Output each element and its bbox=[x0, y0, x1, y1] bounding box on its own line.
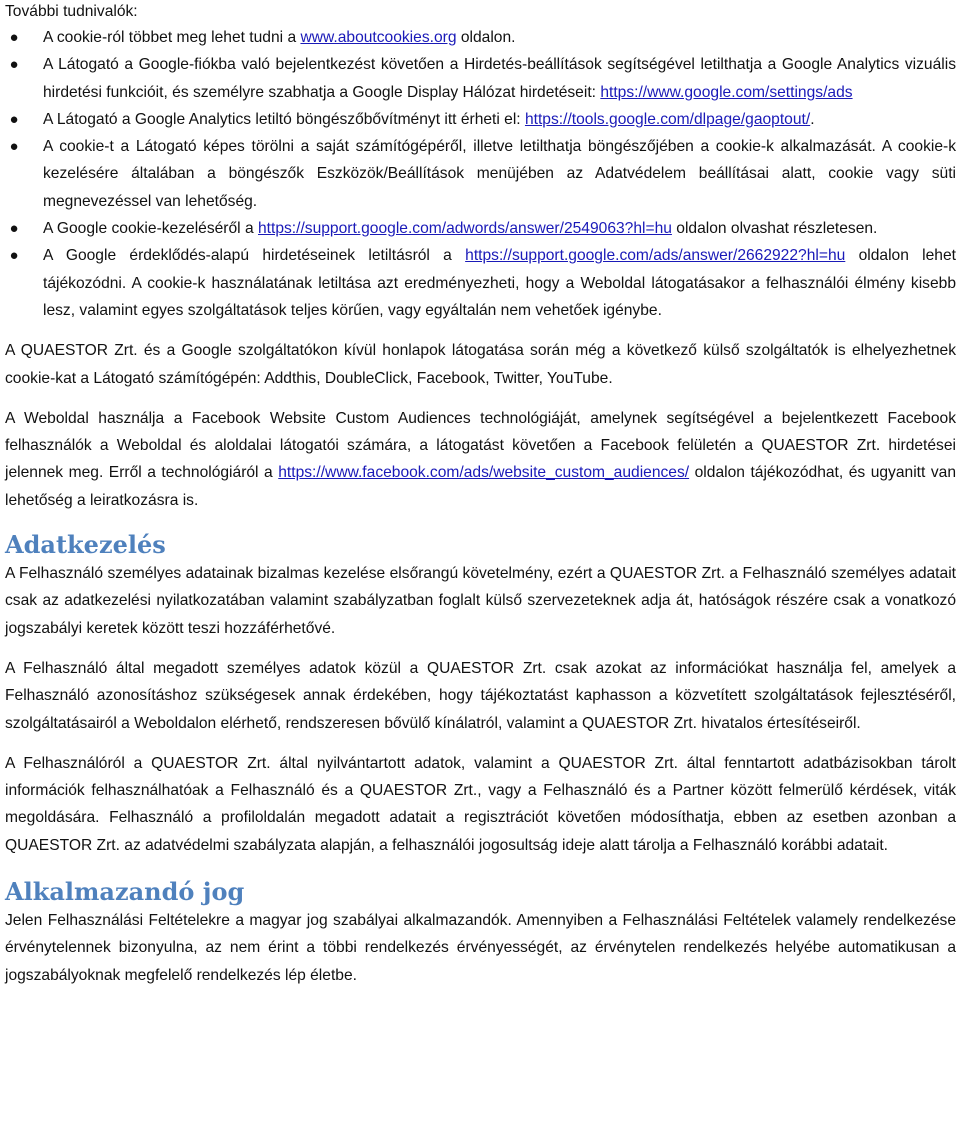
list-item: ● A Látogató a Google Analytics letiltó b… bbox=[5, 106, 956, 133]
section-heading-alkalmazando-jog: Alkalmazandó jog bbox=[5, 877, 245, 907]
intro-label: További tudnivalók: bbox=[5, 3, 138, 20]
document-page: További tudnivalók: ● A cookie-ról többet… bbox=[0, 0, 960, 989]
alkalmazando-jog-paragraph: Jelen Felhasználási Feltételekre a magya… bbox=[5, 912, 956, 984]
bullet-icon: ● bbox=[9, 110, 19, 128]
bullet-icon: ● bbox=[9, 220, 19, 238]
facebook-paragraph: A Weboldal használja a Facebook Website … bbox=[5, 405, 956, 514]
third-party-paragraph: A QUAESTOR Zrt. és a Google szolgáltatók… bbox=[5, 342, 956, 387]
list-item-text: . bbox=[810, 110, 815, 128]
adatkezeles-paragraph-2: A Felhasználó által megadott személyes a… bbox=[5, 659, 956, 732]
list-item: ● A cookie-t a Látogató képes törölni a s… bbox=[5, 133, 956, 215]
list-item-text: oldalon olvashat részletesen. bbox=[671, 220, 878, 238]
bullet-icon: ● bbox=[9, 29, 19, 46]
bullet-icon: ● bbox=[9, 138, 19, 156]
google-ads-support-link[interactable]: https://support.google.com/ads/answer/26… bbox=[465, 247, 845, 264]
aboutcookies-link[interactable]: www.aboutcookies.org bbox=[300, 29, 456, 46]
list-item: ● A Google cookie-kezeléséről a https://s… bbox=[5, 215, 956, 242]
bullet-icon: ● bbox=[9, 247, 19, 265]
google-ads-settings-link[interactable]: https://www.google.com/settings/ads bbox=[600, 84, 852, 101]
google-cookie-support-link[interactable]: https://support.google.com/adwords/answe… bbox=[258, 220, 672, 237]
adatkezeles-paragraph-3: A Felhasználóról a QUAESTOR Zrt. által n… bbox=[5, 754, 956, 854]
list-item: ● A cookie-ról többet meg lehet tudni a w… bbox=[5, 24, 956, 51]
list-item-text: A Látogató a Google Analytics letiltó bö… bbox=[43, 110, 525, 128]
adatkezeles-paragraph-1: A Felhasználó személyes adatainak bizalm… bbox=[5, 565, 956, 637]
list-item-text: A Google cookie-kezeléséről a bbox=[43, 220, 258, 238]
list-item-text: A Google érdeklődés-alapú hirdetéseinek … bbox=[43, 247, 466, 265]
list-item-text: oldalon. bbox=[456, 29, 516, 46]
info-bullet-list: ● A cookie-ról többet meg lehet tudni a w… bbox=[5, 24, 956, 324]
list-item-text: A cookie-t a Látogató képes törölni a sa… bbox=[43, 138, 956, 210]
section-heading-adatkezeles: Adatkezelés bbox=[5, 530, 166, 560]
list-item: ● A Google érdeklődés-alapú hirdetéseinek… bbox=[5, 242, 956, 324]
facebook-custom-audiences-link[interactable]: https://www.facebook.com/ads/website_cus… bbox=[278, 464, 689, 481]
list-item-text: A cookie-ról többet meg lehet tudni a bbox=[43, 29, 301, 46]
ga-optout-link[interactable]: https://tools.google.com/dlpage/gaoptout… bbox=[525, 111, 810, 128]
list-item: ● A Látogató a Google-fiókba való bejelen… bbox=[5, 51, 956, 106]
bullet-icon: ● bbox=[9, 56, 19, 74]
